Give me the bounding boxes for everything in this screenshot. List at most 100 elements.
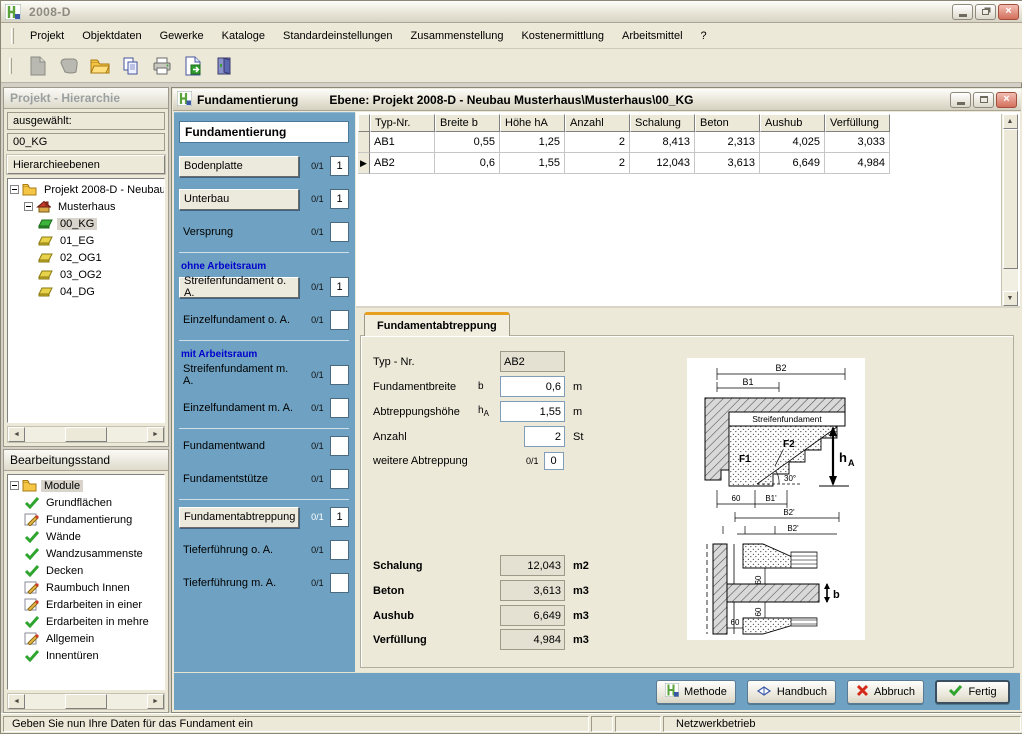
sidebar-item-versprung[interactable]: Versprung xyxy=(179,222,299,243)
minimize-button[interactable] xyxy=(952,4,973,20)
sidebar-item-tieferfuehrung-ma[interactable]: Tieferführung m. A. xyxy=(179,573,299,594)
tree-item-02-og1[interactable]: 02_OG1 xyxy=(38,249,164,266)
menu-projekt[interactable]: Projekt xyxy=(21,27,73,45)
collapse-toggle[interactable] xyxy=(10,185,19,194)
sidebar-item-unterbau[interactable]: Unterbau xyxy=(179,189,299,210)
module-item-waende[interactable]: Wände xyxy=(24,528,164,545)
count-input-versprung[interactable] xyxy=(330,222,349,242)
dim-60-label: 60 xyxy=(732,494,741,503)
book-icon xyxy=(756,684,772,700)
sidebar-item-streifenfundament-ma[interactable]: Streifenfundament m. A. xyxy=(179,365,299,386)
child-minimize-button[interactable] xyxy=(950,92,971,108)
menu-arbeitsmittel[interactable]: Arbeitsmittel xyxy=(613,27,692,45)
folder-open-icon[interactable] xyxy=(87,53,112,78)
scroll-down-icon[interactable]: ▼ xyxy=(1003,291,1018,306)
print-icon[interactable] xyxy=(149,53,174,78)
sidebar-item-fundamentstuetze[interactable]: Fundamentstütze xyxy=(179,469,299,490)
scroll-left-icon[interactable]: ◄ xyxy=(8,694,25,709)
menu-kostenermittlung[interactable]: Kostenermittlung xyxy=(512,27,613,45)
count-input-tieferfuehrung-oa[interactable] xyxy=(330,540,349,560)
module-item-fundamentierung[interactable]: Fundamentierung xyxy=(24,511,164,528)
tree-item-00-kg[interactable]: 00_KG xyxy=(38,215,164,232)
child-close-button[interactable]: × xyxy=(996,92,1017,108)
count-input-bodenplatte[interactable] xyxy=(330,156,349,176)
fundamentbreite-input[interactable] xyxy=(500,376,565,397)
count-input-unterbau[interactable] xyxy=(330,189,349,209)
scroll-right-icon[interactable]: ► xyxy=(147,427,164,442)
module-item-wandzusammenstellung[interactable]: Wandzusammenste xyxy=(24,545,164,562)
tree-item-04-dg[interactable]: 04_DG xyxy=(38,283,164,300)
collapse-toggle[interactable] xyxy=(10,481,19,490)
export-icon[interactable] xyxy=(180,53,205,78)
tab-fundamentabtreppung[interactable]: Fundamentabtreppung xyxy=(364,312,510,336)
check-icon xyxy=(24,564,40,578)
foundation-sidebar: Fundamentierung Bodenplatte0/1 Unterbau0… xyxy=(174,112,355,710)
scroll-thumb[interactable] xyxy=(65,694,107,709)
sidebar-item-fundamentwand[interactable]: Fundamentwand xyxy=(179,436,299,457)
scroll-right-icon[interactable]: ► xyxy=(147,694,164,709)
weitere-abtreppung-input[interactable] xyxy=(544,452,564,470)
scroll-thumb[interactable] xyxy=(1003,129,1018,269)
tree-item-musterhaus[interactable]: Musterhaus xyxy=(24,198,164,215)
menu-gewerke[interactable]: Gewerke xyxy=(151,27,213,45)
count-input-tieferfuehrung-ma[interactable] xyxy=(330,573,349,593)
row-selector[interactable] xyxy=(358,132,370,153)
sidebar-item-fundamentabtreppung[interactable]: Fundamentabtreppung xyxy=(179,507,299,528)
count-input-einzelfundament-oa[interactable] xyxy=(330,310,349,330)
module-item-decken[interactable]: Decken xyxy=(24,562,164,579)
count-input-streifenfundament-oa[interactable] xyxy=(330,277,349,297)
anzahl-input[interactable] xyxy=(524,426,565,447)
scroll-left-icon[interactable]: ◄ xyxy=(8,427,25,442)
scroll-thumb[interactable] xyxy=(65,427,107,442)
module-hscrollbar[interactable]: ◄ ► xyxy=(7,693,165,710)
fertig-button[interactable]: Fertig xyxy=(935,680,1010,704)
child-maximize-button[interactable] xyxy=(973,92,994,108)
tree-item-module-root[interactable]: Module xyxy=(10,477,164,494)
tree-item-project[interactable]: Projekt 2008-D - Neubau xyxy=(10,181,164,198)
scroll-up-icon[interactable]: ▲ xyxy=(1003,114,1018,129)
menu-objektdaten[interactable]: Objektdaten xyxy=(73,27,150,45)
table-row-selected[interactable]: ▶ AB2 0,6 1,55 2 12,043 3,613 6,649 4,98… xyxy=(358,153,890,174)
current-row-marker[interactable]: ▶ xyxy=(358,153,370,174)
module-item-raumbuch-innen[interactable]: Raumbuch Innen xyxy=(24,579,164,596)
tree-item-01-eg[interactable]: 01_EG xyxy=(38,232,164,249)
module-item-grundflaechen[interactable]: Grundflächen xyxy=(24,494,164,511)
module-item-erdarbeiten-mehre[interactable]: Erdarbeiten in mehre xyxy=(24,613,164,630)
count-input-streifenfundament-ma[interactable] xyxy=(330,365,349,385)
ha-label: h xyxy=(839,450,847,465)
methode-button[interactable]: Methode xyxy=(656,680,736,704)
abtreppungshoehe-input[interactable] xyxy=(500,401,565,422)
module-item-erdarbeiten-einer[interactable]: Erdarbeiten in einer xyxy=(24,596,164,613)
menu-help[interactable]: ? xyxy=(692,27,716,45)
menu-zusammenstellung[interactable]: Zusammenstellung xyxy=(402,27,513,45)
table-row[interactable]: AB1 0,55 1,25 2 8,413 2,313 4,025 3,033 xyxy=(358,132,890,153)
fundamentierung-window: Fundamentierung Ebene: Projekt 2008-D - … xyxy=(171,87,1022,713)
sidebar-item-tieferfuehrung-oa[interactable]: Tieferführung o. A. xyxy=(179,540,299,561)
menu-standardeinstellungen[interactable]: Standardeinstellungen xyxy=(274,27,401,45)
restore-button[interactable] xyxy=(975,4,996,20)
count-input-fundamentstuetze[interactable] xyxy=(330,469,349,489)
exit-door-icon[interactable] xyxy=(211,53,236,78)
sidebar-item-bodenplatte[interactable]: Bodenplatte xyxy=(179,156,299,177)
close-button[interactable]: × xyxy=(998,4,1019,20)
tree-item-03-og2[interactable]: 03_OG2 xyxy=(38,266,164,283)
abbruch-button[interactable]: Abbruch xyxy=(847,680,924,704)
collapse-toggle[interactable] xyxy=(24,202,33,211)
count-input-fundamentwand[interactable] xyxy=(330,436,349,456)
handbuch-button[interactable]: Handbuch xyxy=(747,680,836,704)
sidebar-item-einzelfundament-oa[interactable]: Einzelfundament o. A. xyxy=(179,310,299,331)
sidebar-item-einzelfundament-ma[interactable]: Einzelfundament m. A. xyxy=(179,398,299,419)
hierarchy-hscrollbar[interactable]: ◄ ► xyxy=(7,426,165,443)
open-project-icon[interactable] xyxy=(56,53,81,78)
sidebar-item-streifenfundament-oa[interactable]: Streifenfundament o. A. xyxy=(179,277,299,298)
new-document-icon[interactable] xyxy=(25,53,50,78)
module-item-allgemein[interactable]: Allgemein xyxy=(24,630,164,647)
count-input-fundamentabtreppung[interactable] xyxy=(330,507,349,527)
copy-icon[interactable] xyxy=(118,53,143,78)
levels-header[interactable]: Hierarchieebenen xyxy=(7,155,165,174)
row-selector-header xyxy=(358,114,370,132)
table-vscrollbar[interactable]: ▲ ▼ xyxy=(1001,114,1018,306)
module-item-innentueren[interactable]: Innentüren xyxy=(24,647,164,664)
count-input-einzelfundament-ma[interactable] xyxy=(330,398,349,418)
menu-kataloge[interactable]: Kataloge xyxy=(213,27,274,45)
